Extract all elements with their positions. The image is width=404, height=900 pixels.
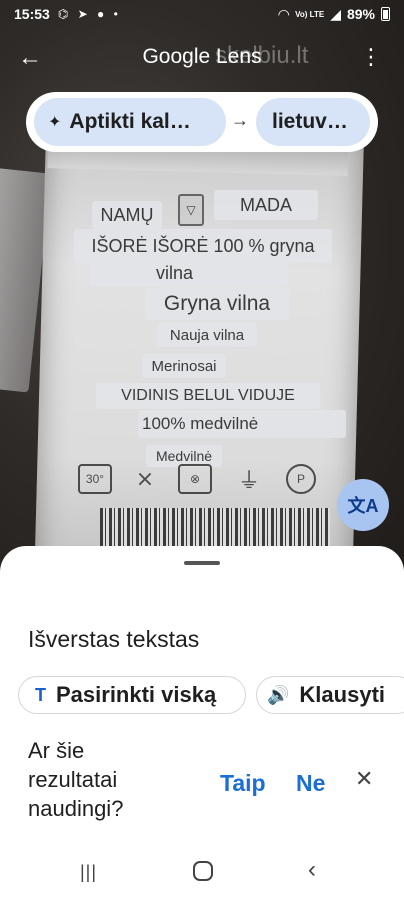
status-time: 15:53 [14, 6, 50, 22]
battery-icon [381, 7, 390, 21]
select-all-chip[interactable]: T Pasirinkti viską [18, 676, 246, 714]
speaker-icon: 🔊 [267, 684, 290, 705]
target-language-label: lietuv… [272, 110, 348, 133]
battery-level: 89% [346, 6, 375, 22]
dry-clean-p-icon: P [286, 464, 316, 494]
overlay-merinosai[interactable]: Merinosai [142, 354, 226, 378]
no-tumble-dry-icon: ⊗ [178, 464, 212, 494]
status-bar: 15:53 ⌬ ➤ ● • ◠ Vo) LTE ◢ 89% [0, 0, 404, 28]
bottom-sheet: Išverstas tekstas T Pasirinkti viską 🔊 K… [0, 546, 404, 900]
language-selector-bar: ✦ Aptikti kal… → lietuv… [26, 92, 378, 152]
overlay-namu[interactable]: NAMŲ [92, 201, 162, 229]
watermark: skelbiu.lt [215, 42, 309, 69]
signal-label: Vo) LTE [295, 9, 325, 19]
cell-signal-icon: ◢ [330, 5, 341, 22]
source-language-button[interactable]: ✦ Aptikti kal… [34, 98, 226, 146]
translate-icon[interactable]: 文A [337, 479, 389, 531]
app-title: Google Lens [142, 45, 262, 68]
feedback-yes-button[interactable]: Taip [220, 770, 266, 797]
drag-handle[interactable] [184, 561, 220, 565]
overlay-line1b[interactable]: vilna [90, 259, 288, 287]
overlay-mada[interactable]: MADA [214, 190, 318, 220]
overlay-medvilne-100[interactable]: 100% medvilnė [138, 410, 346, 438]
text-icon: T [35, 684, 46, 705]
sheet-title: Išverstas tekstas [28, 626, 200, 652]
listen-label: Klausyti [299, 682, 386, 707]
no-bleach-icon: ⨯ [135, 466, 155, 491]
select-all-label: Pasirinkti viską [56, 682, 217, 707]
overlay-vidinis[interactable]: VIDINIS BELUL VIDUJE [96, 383, 320, 409]
overlay-nauja[interactable]: Nauja vilna [157, 323, 257, 347]
status-right: ◠ Vo) LTE ◢ 89% [278, 6, 390, 23]
overlay-gryna[interactable]: Gryna vilna [145, 288, 289, 320]
nav-back-icon[interactable]: ‹ [308, 856, 316, 884]
home-icon[interactable] [193, 861, 213, 881]
more-vert-icon[interactable]: ⋮ [360, 44, 382, 70]
iron-icon: ⏚ [237, 468, 260, 493]
triangle-logo-icon: ▽ [178, 194, 204, 226]
close-icon[interactable]: ✕ [355, 766, 373, 792]
listen-chip[interactable]: 🔊 Klausyti [256, 676, 404, 714]
notification-icons: ⌬ ➤ ● • [57, 7, 121, 21]
source-language-label: Aptikti kal… [69, 110, 191, 133]
feedback-no-button[interactable]: Ne [296, 770, 325, 797]
wash-30-icon: 30° [78, 464, 112, 494]
recents-icon[interactable]: ||| [80, 862, 100, 882]
overlay-line1[interactable]: IŠORĖ IŠORĖ 100 % gryna [74, 229, 332, 263]
feedback-question: Ar šie rezultatai naudingi? [28, 738, 124, 821]
system-nav-bar: ||| ‹ [0, 846, 404, 900]
target-language-button[interactable]: lietuv… [256, 98, 370, 146]
arrow-right-icon: → [231, 110, 249, 130]
lens-header: ← Google Lens skelbiu.lt ⋮ [0, 36, 404, 80]
sparkle-icon: ✦ [48, 114, 62, 131]
wifi-icon: ◠ [278, 5, 290, 22]
